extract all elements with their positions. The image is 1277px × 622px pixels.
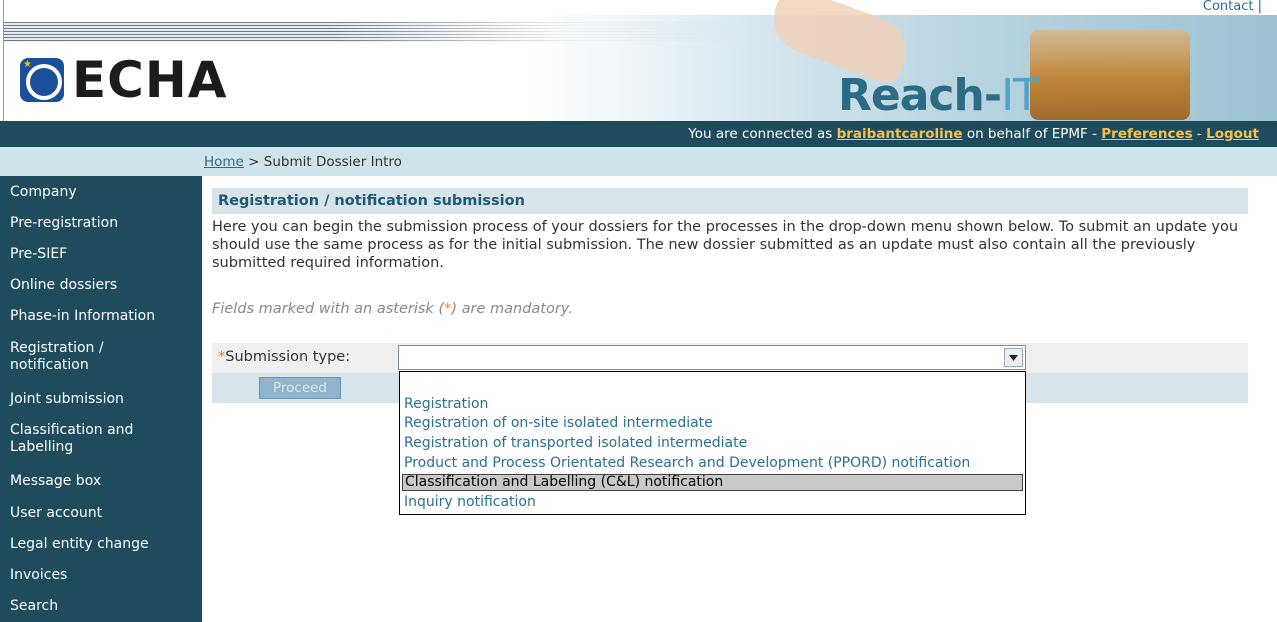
sidebar-item-classification-labelling[interactable]: Classification and Labelling (0, 422, 200, 456)
sidebar-item-company[interactable]: Company (0, 184, 200, 201)
sidebar-item-pre-registration[interactable]: Pre-registration (0, 215, 200, 232)
breadcrumb-bar: Home > Submit Dossier Intro (0, 147, 1277, 176)
logo-text: ECHA (72, 51, 228, 109)
dropdown-option-inquiry[interactable]: Inquiry notification (402, 494, 1023, 511)
sidebar-item-search[interactable]: Search (0, 598, 200, 615)
dropdown-option-registration[interactable]: Registration (402, 396, 1023, 413)
dropdown-option-empty[interactable] (402, 376, 1023, 393)
breadcrumb: Home > Submit Dossier Intro (204, 154, 402, 170)
echa-logo-icon: ★ (20, 58, 64, 102)
dropdown-option-onsite-intermediate[interactable]: Registration of on-site isolated interme… (402, 415, 1023, 432)
breadcrumb-current: Submit Dossier Intro (263, 154, 402, 170)
sidebar-item-legal-entity-change[interactable]: Legal entity change (0, 536, 200, 553)
sidebar-item-phase-in-information[interactable]: Phase-in Information (0, 308, 200, 325)
sidebar-item-pre-sief[interactable]: Pre-SIEF (0, 246, 200, 263)
sidebar-item-user-account[interactable]: User account (0, 505, 200, 522)
submission-type-label: *Submission type: (218, 349, 351, 365)
dropdown-option-cl-notification[interactable]: Classification and Labelling (C&L) notif… (402, 474, 1023, 491)
username-link[interactable]: braibantcaroline (837, 126, 963, 142)
submission-type-dropdown-list: Registration Registration of on-site iso… (399, 371, 1026, 515)
intro-text: Here you can begin the submission proces… (212, 219, 1239, 271)
proceed-button[interactable]: Proceed (259, 377, 341, 399)
dropdown-option-transported-intermediate[interactable]: Registration of transported isolated int… (402, 435, 1023, 452)
reach-it-title: Reach-IT (838, 70, 1040, 121)
logout-link[interactable]: Logout (1206, 126, 1259, 142)
sidebar-item-message-box[interactable]: Message box (0, 473, 200, 490)
preferences-link[interactable]: Preferences (1101, 126, 1192, 142)
breadcrumb-home-link[interactable]: Home (204, 154, 244, 170)
contact-link[interactable]: Contact | (1203, 0, 1262, 14)
sidebar-item-joint-submission[interactable]: Joint submission (0, 391, 200, 408)
submission-type-select[interactable] (398, 345, 1026, 370)
sidebar-item-registration-notification[interactable]: Registration / notification (0, 340, 200, 374)
chevron-down-icon[interactable] (1004, 348, 1023, 367)
section-title: Registration / notification submission (212, 188, 1248, 214)
sidebar-item-invoices[interactable]: Invoices (0, 567, 200, 584)
site-header: Contact | ★ ECHA Reach-IT (0, 0, 1277, 121)
sidebar-nav: Company Pre-registration Pre-SIEF Online… (0, 176, 202, 622)
sidebar-item-online-dossiers[interactable]: Online dossiers (0, 277, 200, 294)
mandatory-note: Fields marked with an asterisk (*) are m… (212, 301, 573, 317)
echa-logo[interactable]: ★ ECHA (20, 51, 227, 109)
dropdown-option-ppord[interactable]: Product and Process Orientated Research … (402, 455, 1023, 472)
banner-flask-image (1030, 30, 1190, 120)
status-bar: You are connected as braibantcaroline on… (0, 121, 1277, 147)
